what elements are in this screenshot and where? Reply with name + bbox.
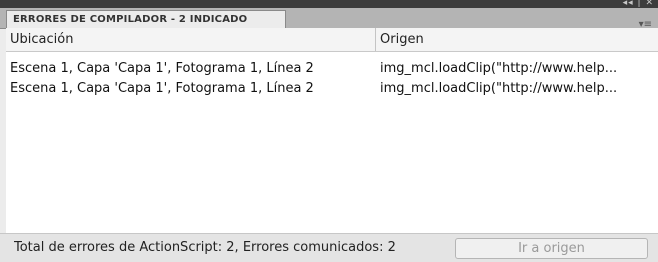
table-row[interactable]: Escena 1, Capa 'Capa 1', Fotograma 1, Lí…: [6, 59, 658, 79]
tab-compiler-errors[interactable]: ERRORES DE COMPILADOR - 2 INDICADO: [6, 10, 286, 29]
table-row[interactable]: Escena 1, Capa 'Capa 1', Fotograma 1, Lí…: [6, 79, 658, 99]
status-footer: Total de errores de ActionScript: 2, Err…: [0, 233, 658, 262]
column-header-source[interactable]: Origen: [376, 28, 658, 51]
location-cell: Escena 1, Capa 'Capa 1', Fotograma 1, Lí…: [10, 61, 314, 76]
column-header-location[interactable]: Ubicación: [6, 28, 376, 51]
panel-titlebar: ◂◂ | ✕: [0, 0, 658, 8]
error-summary-text: Total de errores de ActionScript: 2, Err…: [14, 240, 396, 255]
source-cell: img_mcl.loadClip("http://www.help...: [380, 61, 618, 76]
errors-table: Escena 1, Capa 'Capa 1', Fotograma 1, Lí…: [6, 51, 658, 234]
source-cell: img_mcl.loadClip("http://www.help...: [380, 81, 618, 96]
tab-strip: ERRORES DE COMPILADOR - 2 INDICADO ▾≡: [0, 8, 658, 30]
go-to-source-button[interactable]: Ir a origen: [455, 238, 648, 259]
compiler-errors-panel: ◂◂ | ✕ ERRORES DE COMPILADOR - 2 INDICAD…: [0, 0, 658, 262]
table-header: Ubicación Origen: [6, 28, 658, 52]
location-cell: Escena 1, Capa 'Capa 1', Fotograma 1, Lí…: [10, 81, 314, 96]
